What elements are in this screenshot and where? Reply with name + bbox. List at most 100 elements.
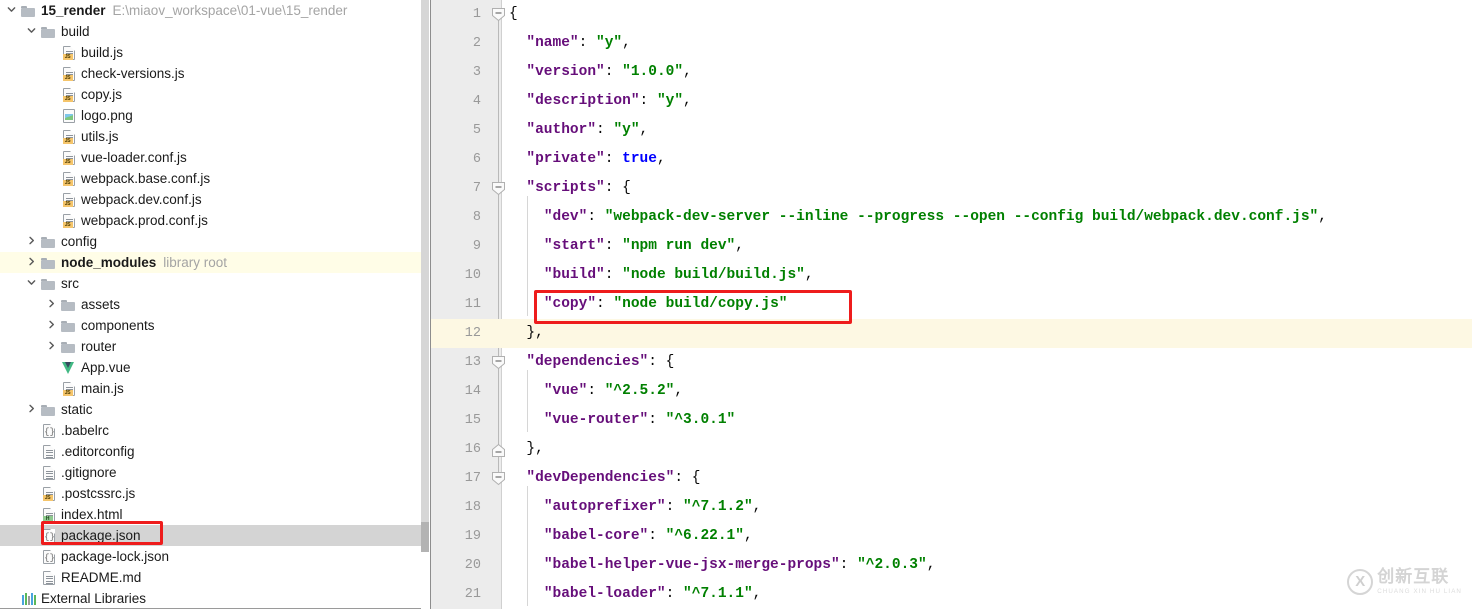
chevron-right-icon[interactable] [44,320,59,329]
tree-row-webpack.dev.conf.js[interactable]: JS webpack.dev.conf.js [0,189,421,210]
tree-row-webpack.base.conf.js[interactable]: JS webpack.base.conf.js [0,168,421,189]
text-file-icon [39,444,58,459]
code-line[interactable]: 21 "babel-loader": "^7.1.1", [431,580,1472,609]
tree-scrollbar-thumb[interactable] [421,522,429,552]
tree-row-webpack.prod.conf.js[interactable]: JS webpack.prod.conf.js [0,210,421,231]
code-token: : [587,383,605,399]
code-line-text: "author": "y", [509,116,648,145]
code-line[interactable]: 17 "devDependencies": { [431,464,1472,493]
tree-row-label: main.js [81,381,124,396]
folder-icon [39,404,58,416]
tree-row-logo.png[interactable]: logo.png [0,105,421,126]
chevron-right-icon[interactable] [24,404,39,413]
tree-row-readme.md[interactable]: README.md [0,567,421,588]
tree-row-components[interactable]: components [0,315,421,336]
text-file-icon [39,465,58,480]
code-line[interactable]: 11 "copy": "node build/copy.js" [431,290,1472,319]
code-token: "dependencies" [526,354,649,370]
tree-row-index.html[interactable]: Hindex.html [0,504,421,525]
code-line[interactable]: 10 "build": "node build/build.js", [431,261,1472,290]
code-token: }, [509,325,544,341]
code-line[interactable]: 1{ [431,0,1472,29]
html-file-icon: H [39,507,58,522]
tree-row-package-lock.json[interactable]: {} package-lock.json [0,546,421,567]
code-token: "^7.1.1" [683,586,753,602]
tree-row-static[interactable]: static [0,399,421,420]
code-line-text: "dependencies": { [509,348,674,377]
tree-row-.babelrc[interactable]: {} .babelrc [0,420,421,441]
code-line[interactable]: 15 "vue-router": "^3.0.1" [431,406,1472,435]
code-line[interactable]: 6 "private": true, [431,145,1472,174]
js-file-icon: JS [59,171,78,186]
tree-row-assets[interactable]: assets [0,294,421,315]
code-token: , [656,151,666,167]
tree-scrollbar-track[interactable] [421,0,429,528]
code-line[interactable]: 18 "autoprefixer": "^7.1.2", [431,493,1472,522]
code-line[interactable]: 16 }, [431,435,1472,464]
folder-icon [39,26,58,38]
json-file-icon: {} [39,549,58,564]
tree-row-copy.js[interactable]: JS copy.js [0,84,421,105]
tree-row-label: static [61,402,93,417]
code-token: "build" [543,267,605,283]
tree-row-vue-loader.conf.js[interactable]: JS vue-loader.conf.js [0,147,421,168]
code-line[interactable]: 12 }, [431,319,1472,348]
tree-row-node_modules[interactable]: node_modules library root [0,252,421,273]
code-line[interactable]: 2 "name": "y", [431,29,1472,58]
line-number: 21 [464,587,481,602]
tree-vertical-scrollbar[interactable] [421,0,429,609]
code-token: "node build/build.js" [622,267,805,283]
tree-row-label: package.json [61,528,141,543]
chevron-right-icon[interactable] [24,236,39,245]
tree-row-build[interactable]: build [0,21,421,42]
watermark-text: 创新互联 CHUANG XIN HU LIAN [1377,568,1462,595]
tree-row-config[interactable]: config [0,231,421,252]
code-line[interactable]: 14 "vue": "^2.5.2", [431,377,1472,406]
chevron-down-icon[interactable] [24,26,39,35]
code-line[interactable]: 3 "version": "1.0.0", [431,58,1472,87]
code-line[interactable]: 8 "dev": "webpack-dev-server --inline --… [431,203,1472,232]
code-line-text: { [509,0,518,29]
code-token: "1.0.0" [622,64,684,80]
project-tree[interactable]: 15_render E:\miaov_workspace\01-vue\15_re… [0,0,421,609]
code-line[interactable]: 20 "babel-helper-vue-jsx-merge-props": "… [431,551,1472,580]
code-token: "webpack-dev-server --inline --progress … [604,209,1319,225]
watermark-mark-icon [1347,568,1374,595]
tree-row-externallibraries[interactable]: External Libraries [0,588,421,609]
tree-row-.editorconfig[interactable]: .editorconfig [0,441,421,462]
tree-row-.postcssrc.js[interactable]: JS .postcssrc.js [0,483,421,504]
code-line[interactable]: 19 "babel-core": "^6.22.1", [431,522,1472,551]
tree-row-src[interactable]: src [0,273,421,294]
tree-row-label: External Libraries [41,591,147,606]
tree-row-label: README.md [61,570,142,585]
tree-row-check-versions.js[interactable]: JS check-versions.js [0,63,421,84]
code-token: }, [509,441,544,457]
code-line[interactable]: 7 "scripts": { [431,174,1472,203]
tree-row-router[interactable]: router [0,336,421,357]
tree-row-15_render[interactable]: 15_render E:\miaov_workspace\01-vue\15_re… [0,0,421,21]
js-file-icon: JS [59,213,78,228]
tree-row-app.vue[interactable]: App.vue [0,357,421,378]
chevron-down-icon[interactable] [24,278,39,287]
tree-row-label: webpack.base.conf.js [81,171,211,186]
tree-row-utils.js[interactable]: JS utils.js [0,126,421,147]
chevron-down-icon[interactable] [4,5,19,14]
chevron-right-icon[interactable] [24,257,39,266]
tree-row-.gitignore[interactable]: .gitignore [0,462,421,483]
code-line[interactable]: 4 "description": "y", [431,87,1472,116]
tree-row-package.json[interactable]: {} package.json [0,525,421,546]
chevron-right-icon[interactable] [44,299,59,308]
code-line[interactable]: 9 "start": "npm run dev", [431,232,1472,261]
code-line[interactable]: 5 "author": "y", [431,116,1472,145]
code-line[interactable]: 13 "dependencies": { [431,348,1472,377]
chevron-right-icon[interactable] [44,341,59,350]
tree-row-subtitle: library root [163,255,228,270]
code-editor[interactable]: 1{2 "name": "y", 3 "version": "1.0.0", 4 "… [431,0,1472,609]
code-token: "scripts" [526,180,605,196]
tree-row-build.js[interactable]: JS build.js [0,42,421,63]
tree-row-label: node_modules [61,255,157,270]
tree-row-main.js[interactable]: JS main.js [0,378,421,399]
